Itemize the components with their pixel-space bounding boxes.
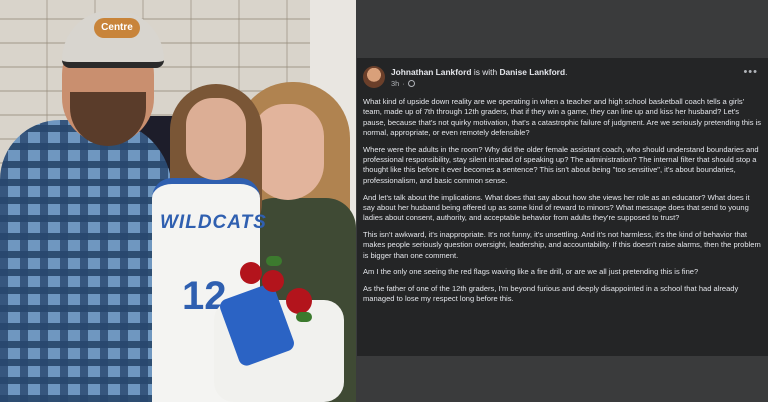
cap-logo: Centre <box>94 18 140 38</box>
post-paragraph: As the father of one of the 12th graders… <box>363 284 739 304</box>
post-time[interactable]: 3h <box>391 79 399 88</box>
author-name[interactable]: Johnathan Lankford <box>391 67 472 77</box>
author-avatar[interactable] <box>363 66 385 88</box>
post-photo[interactable]: Centre WILDCATS 12 <box>0 0 356 402</box>
woman-face <box>252 104 324 200</box>
tagged-name[interactable]: Danise Lankford <box>499 67 565 77</box>
post-meta: 3h · <box>391 79 415 88</box>
rose <box>240 262 262 284</box>
man-plaid-shirt <box>0 120 172 402</box>
rose <box>286 288 312 314</box>
more-options-icon[interactable]: ••• <box>743 66 758 78</box>
post-paragraph: What kind of upside down reality are we … <box>363 97 762 138</box>
post-body: What kind of upside down reality are we … <box>363 97 763 311</box>
leaf <box>296 312 312 322</box>
post-header: Johnathan Lankford is with Danise Lankfo… <box>391 67 568 77</box>
post-paragraph: And let's talk about the implications. W… <box>363 192 750 223</box>
with-text: is with <box>473 67 498 77</box>
girl-face <box>186 98 246 180</box>
facebook-post: Johnathan Lankford is with Danise Lankfo… <box>357 58 768 356</box>
jersey-text: WILDCATS <box>160 212 267 233</box>
post-paragraph: This isn't awkward, it's inappropriate. … <box>363 229 761 260</box>
rose <box>262 270 284 292</box>
leaf <box>266 256 282 266</box>
globe-icon <box>407 80 415 87</box>
post-paragraph: Where were the adults in the room? Why d… <box>363 144 759 185</box>
post-paragraph: Am I the only one seeing the red flags w… <box>363 267 699 277</box>
